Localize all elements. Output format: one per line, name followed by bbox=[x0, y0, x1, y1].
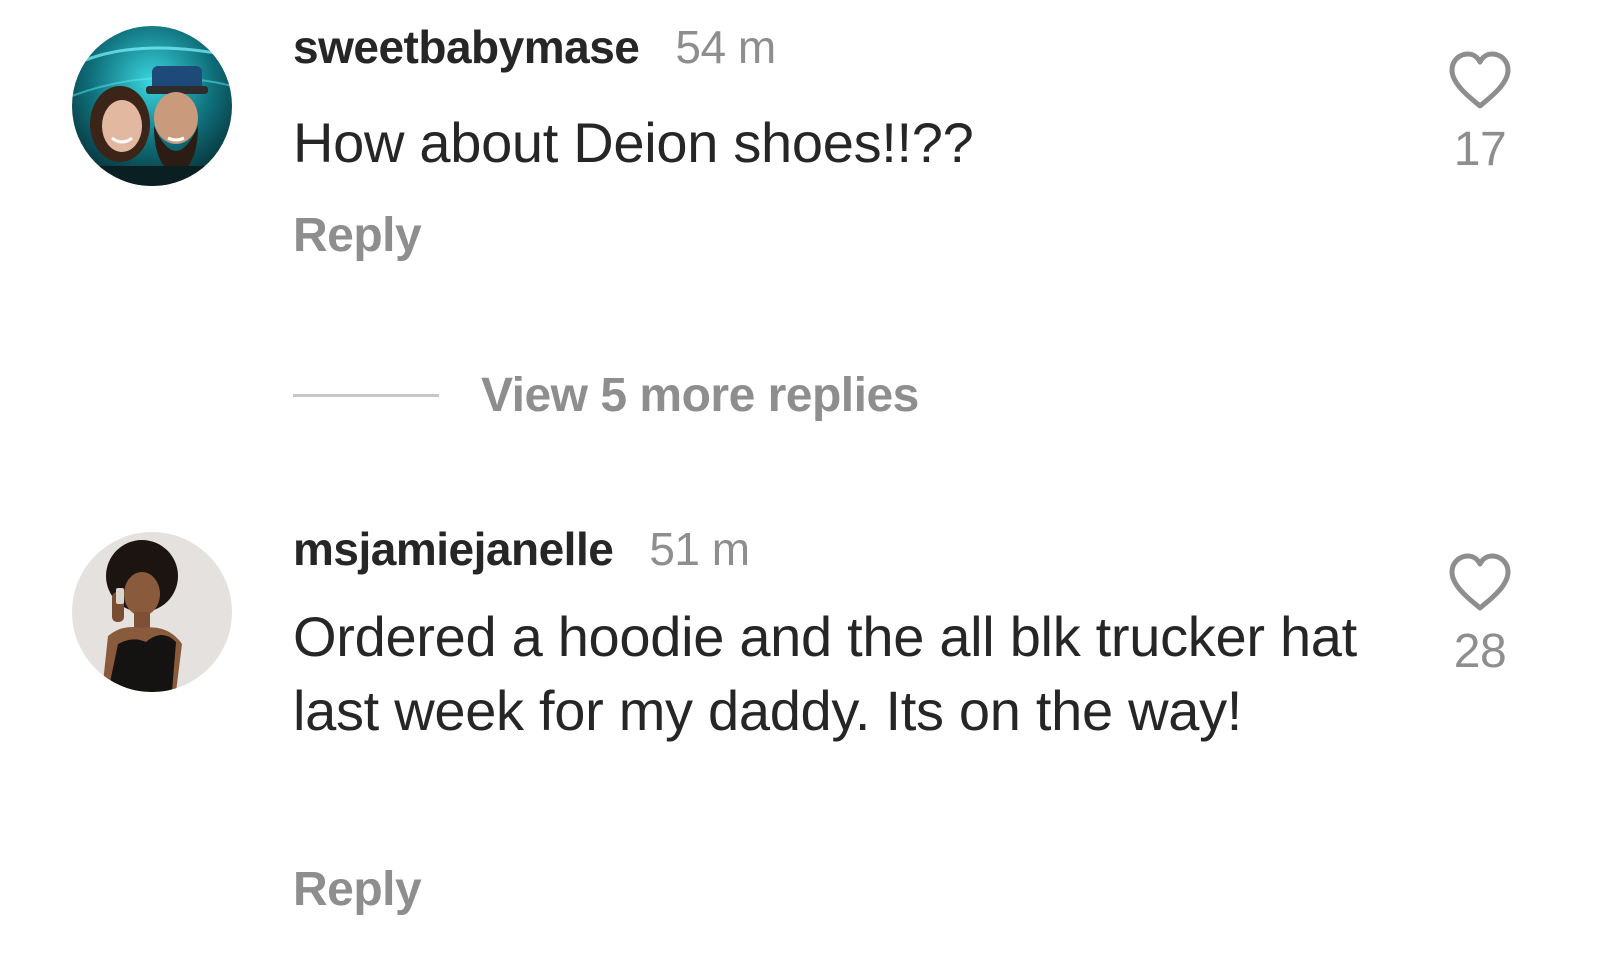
avatar[interactable] bbox=[72, 26, 232, 186]
avatar[interactable] bbox=[72, 532, 232, 692]
timestamp: 54 m bbox=[675, 21, 776, 73]
like-count: 17 bbox=[1453, 123, 1507, 176]
view-more-replies-label: View 5 more replies bbox=[481, 368, 919, 422]
comment-text: How about Deion shoes!!?? bbox=[293, 111, 974, 174]
like-section: 17 bbox=[1440, 50, 1520, 177]
timestamp: 51 m bbox=[649, 523, 750, 575]
comment-text: Ordered a hoodie and the all blk trucker… bbox=[293, 605, 1357, 742]
like-section: 28 bbox=[1440, 552, 1520, 679]
username[interactable]: sweetbabymase bbox=[293, 20, 640, 74]
reply-button[interactable]: Reply bbox=[293, 862, 422, 917]
heart-outline-icon[interactable] bbox=[1446, 50, 1514, 110]
view-more-replies-button[interactable]: View 5 more replies bbox=[293, 360, 919, 430]
username[interactable]: msjamiejanelle bbox=[293, 522, 614, 576]
comment-meta: msjamiejanelle 51 m bbox=[293, 522, 750, 582]
like-count: 28 bbox=[1453, 625, 1507, 678]
comment-meta: sweetbabymase 54 m bbox=[293, 20, 776, 80]
reply-button[interactable]: Reply bbox=[293, 208, 422, 263]
divider bbox=[293, 393, 439, 397]
heart-outline-icon[interactable] bbox=[1446, 552, 1514, 612]
